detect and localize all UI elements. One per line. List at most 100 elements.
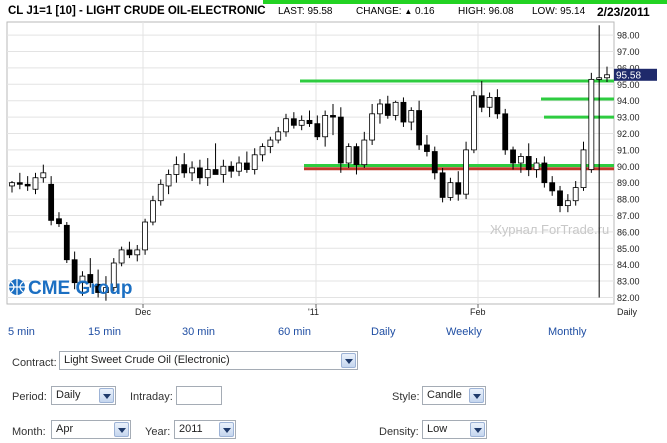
density-value: Low	[427, 423, 448, 435]
interval-daily[interactable]: Daily	[371, 326, 395, 338]
y-tick-label: 95.00	[617, 80, 640, 90]
year-select[interactable]: 2011	[174, 420, 236, 439]
candle-up	[596, 77, 603, 80]
interval-60min[interactable]: 60 min	[278, 326, 311, 338]
candle-down	[416, 110, 423, 146]
period-label: Period:	[12, 391, 47, 403]
candle-up	[9, 182, 15, 187]
y-tick-label: 89.00	[617, 178, 640, 188]
candle-up	[604, 74, 610, 79]
candle-up	[322, 115, 329, 138]
candle-up	[259, 146, 266, 156]
candle-up	[369, 113, 376, 141]
chevron-down-icon[interactable]	[114, 422, 129, 437]
interval-5min[interactable]: 5 min	[8, 326, 35, 338]
intraday-label: Intraday:	[130, 391, 173, 403]
candle-down	[525, 156, 532, 170]
candle-down	[48, 183, 55, 221]
watermark: Журнал ForTrade.ru	[490, 222, 609, 237]
last-price-label: 95.58	[616, 70, 641, 81]
y-tick-label: 83.00	[617, 277, 640, 287]
candle-up	[275, 131, 282, 141]
candle-down	[541, 162, 548, 184]
candle-down	[510, 149, 516, 164]
style-label: Style:	[392, 391, 420, 403]
contract-select[interactable]: Light Sweet Crude Oil (Electronic)	[59, 351, 358, 370]
candle-up	[361, 139, 368, 166]
x-axis-label: Daily	[617, 307, 638, 317]
style-value: Candle	[427, 389, 462, 401]
contract-value: Light Sweet Crude Oil (Electronic)	[64, 354, 230, 366]
month-label: Month:	[12, 426, 46, 438]
interval-monthly[interactable]: Monthly	[548, 326, 587, 338]
interval-30min[interactable]: 30 min	[182, 326, 215, 338]
candle-down	[478, 95, 485, 108]
x-axis-labels: Dec '11 Feb Daily	[135, 304, 638, 317]
candle-down	[337, 116, 344, 164]
candle-up	[486, 97, 493, 108]
candle-up	[204, 169, 211, 179]
candle-up	[533, 162, 540, 170]
y-tick-label: 82.00	[617, 293, 640, 303]
candle-up	[220, 165, 227, 175]
candle-up	[517, 156, 524, 164]
logo-text: CME Group	[28, 278, 133, 299]
month-value: Apr	[56, 423, 74, 435]
candle-up	[283, 118, 289, 133]
x-tick-label: '11	[308, 307, 319, 317]
candle-down	[353, 146, 360, 166]
chevron-down-icon[interactable]	[219, 422, 234, 437]
candle-down	[557, 190, 563, 207]
y-tick-label: 85.00	[617, 244, 640, 254]
y-tick-label: 97.00	[617, 47, 640, 57]
candle-up	[157, 183, 164, 202]
y-tick-label: 87.00	[617, 211, 640, 221]
y-tick-label: 94.00	[617, 96, 640, 106]
y-tick-label: 92.00	[617, 129, 640, 139]
candle-down	[439, 172, 446, 198]
candle-up	[173, 164, 180, 175]
candle-up	[463, 149, 469, 195]
candle-up	[572, 187, 579, 202]
candle-up	[298, 119, 305, 126]
candle-up	[580, 149, 587, 188]
month-select[interactable]: Apr	[51, 420, 131, 439]
candle-up	[32, 177, 39, 190]
candle-down	[228, 165, 235, 172]
chevron-down-icon[interactable]	[341, 353, 356, 368]
style-select[interactable]: Candle	[422, 386, 486, 405]
candle-up	[588, 78, 595, 170]
price-chart: 82.00 83.00 84.00 85.00 86.00 87.00 88.00 89.00…	[6, 21, 657, 317]
y-tick-label: 91.00	[617, 145, 640, 155]
period-value: Daily	[56, 389, 81, 401]
chevron-down-icon[interactable]	[469, 388, 484, 403]
candle-up	[471, 95, 477, 151]
interval-15min[interactable]: 15 min	[88, 326, 121, 338]
candle-down	[290, 118, 297, 126]
candle-up	[267, 139, 274, 148]
density-label: Density:	[379, 426, 419, 438]
candle-down	[400, 101, 407, 123]
density-select[interactable]: Low	[422, 420, 487, 439]
year-label: Year:	[145, 426, 171, 438]
x-tick-label: Feb	[470, 307, 486, 317]
intraday-input[interactable]	[176, 386, 222, 405]
y-tick-label: 88.00	[617, 195, 640, 205]
chevron-down-icon[interactable]	[99, 388, 114, 403]
candle-up	[134, 249, 141, 256]
candle-up	[236, 162, 242, 172]
candle-down	[16, 182, 23, 185]
y-tick-label: 86.00	[617, 227, 640, 237]
interval-weekly[interactable]: Weekly	[446, 326, 482, 338]
candle-up	[189, 167, 195, 174]
candle-down	[196, 167, 203, 179]
candle-down	[212, 169, 219, 175]
candle-up	[408, 110, 415, 123]
candle-down	[431, 151, 438, 174]
contract-label: Contract:	[12, 357, 57, 369]
candle-down	[243, 162, 250, 170]
chevron-down-icon[interactable]	[470, 422, 485, 437]
candle-down	[384, 103, 391, 116]
period-select[interactable]: Daily	[51, 386, 116, 405]
interval-links: 5 min 15 min 30 min 60 min Daily Weekly …	[0, 326, 667, 342]
